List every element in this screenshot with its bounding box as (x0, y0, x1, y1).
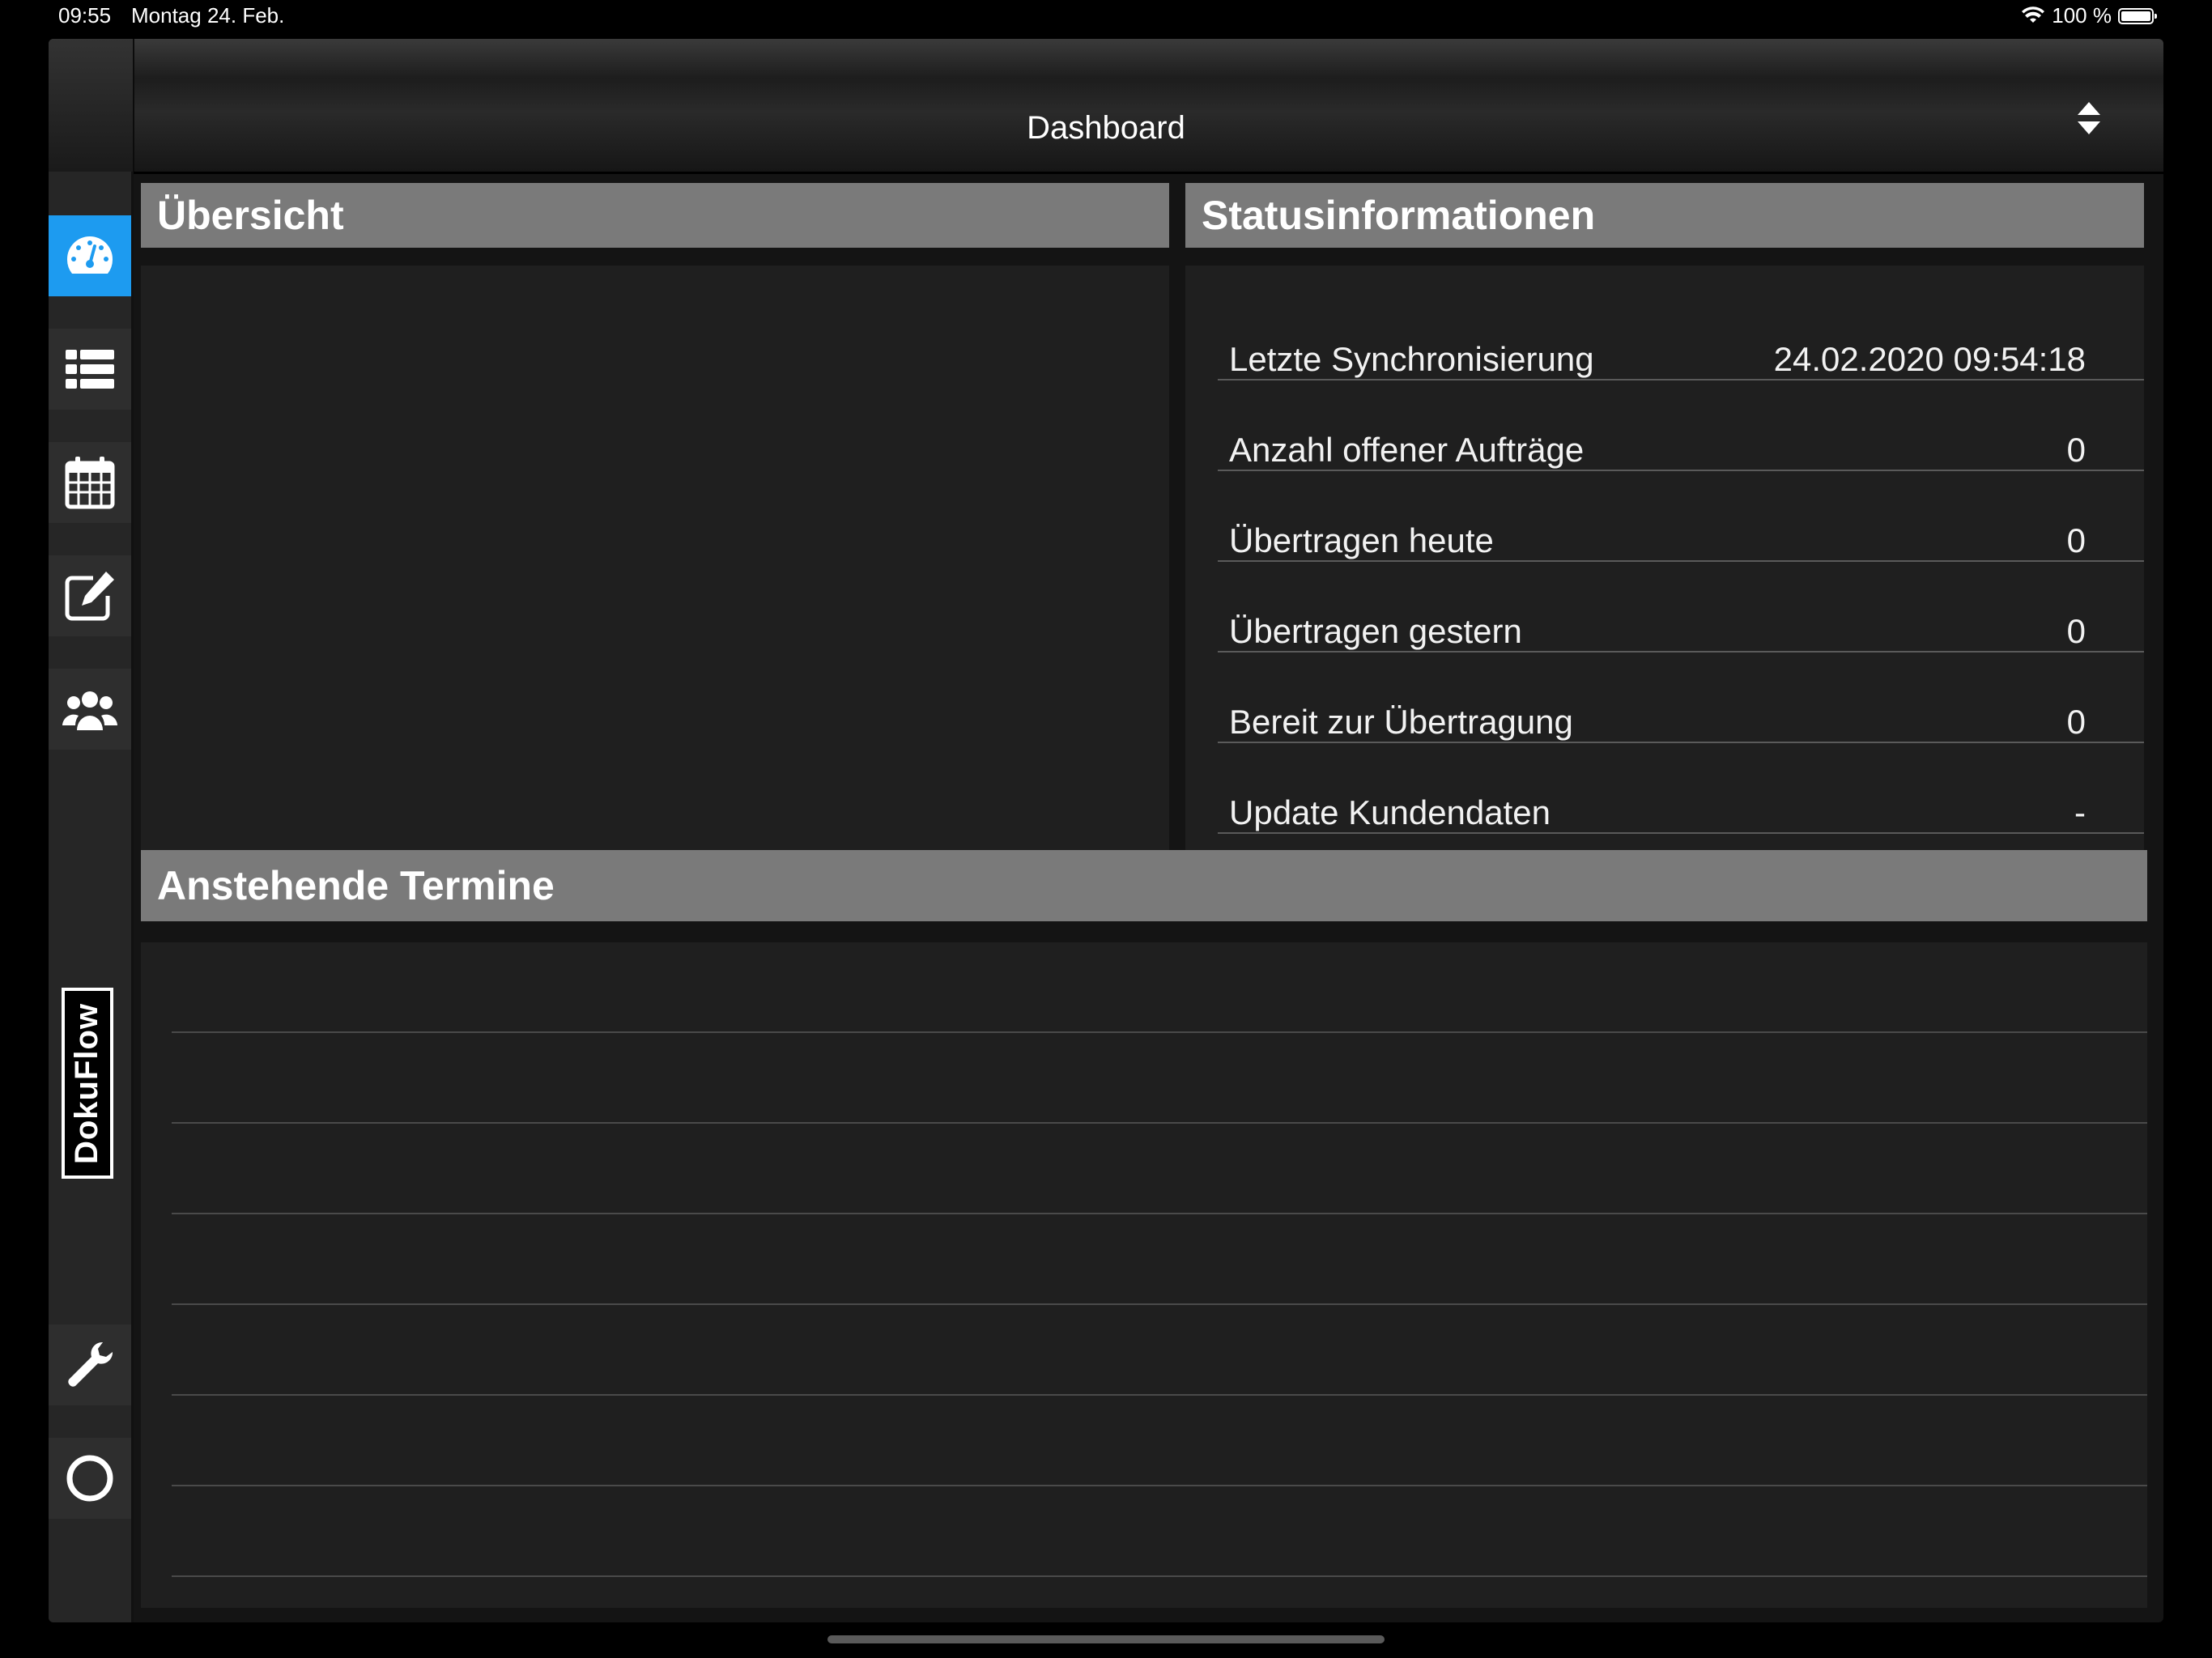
overview-title: Übersicht (157, 193, 344, 238)
sidebar-item-list[interactable] (49, 329, 131, 410)
overview-panel (141, 266, 1169, 876)
list-item-divider (172, 1213, 2147, 1214)
appointments-title: Anstehende Termine (157, 863, 555, 908)
sidebar-item-calendar[interactable] (49, 442, 131, 523)
page-title: Dashboard (1027, 110, 1185, 146)
status-info-panel: Letzte Synchronisierung 24.02.2020 09:54… (1185, 266, 2144, 876)
status-row-open-orders: Anzahl offener Aufträge 0 (1218, 380, 2144, 471)
status-label: Letzte Synchronisierung (1229, 340, 1594, 378)
status-value: 0 (2066, 431, 2086, 469)
wifi-icon (2022, 6, 2045, 23)
sort-toggle-icon[interactable] (2073, 99, 2105, 138)
dashboard-gauge-icon (66, 236, 113, 274)
appointments-list (141, 942, 2147, 1608)
list-item-divider (172, 1303, 2147, 1305)
status-label: Anzahl offener Aufträge (1229, 431, 1585, 469)
status-value: 0 (2066, 612, 2086, 650)
status-info-title: Statusinformationen (1202, 193, 1596, 238)
app-window: Dashboard DokuFlow Übersicht Statusinfor… (49, 39, 2163, 1622)
list-item-divider (172, 1394, 2147, 1396)
status-value: 0 (2066, 521, 2086, 559)
battery-icon (2118, 7, 2157, 24)
system-status-bar: 09:55 Montag 24. Feb. 100 % (0, 0, 2212, 34)
status-value: - (2074, 793, 2086, 831)
sidebar-item-users[interactable] (49, 669, 131, 750)
circle-icon (66, 1455, 113, 1502)
status-row-ready-for-transfer: Bereit zur Übertragung 0 (1218, 653, 2144, 743)
battery-percentage: 100 % (2052, 3, 2112, 28)
status-row-transferred-yesterday: Übertragen gestern 0 (1218, 562, 2144, 653)
status-info-header: Statusinformationen (1185, 183, 2144, 248)
brand-name: DokuFlow (69, 1002, 105, 1164)
status-indicators: 100 % (2021, 3, 2157, 28)
status-row-transferred-today: Übertragen heute 0 (1218, 471, 2144, 562)
list-item-divider (172, 1575, 2147, 1577)
status-row-customer-data-update: Update Kundendaten - (1218, 743, 2144, 834)
dokuflow-logo: DokuFlow (62, 988, 113, 1179)
status-time: 09:55 (58, 3, 112, 28)
sidebar-item-dashboard[interactable] (49, 215, 131, 296)
list-icon (66, 350, 114, 389)
status-value: 0 (2066, 703, 2086, 741)
sidebar-item-edit[interactable] (49, 555, 131, 636)
home-indicator[interactable] (827, 1635, 1385, 1643)
status-value: 24.02.2020 09:54:18 (1773, 340, 2086, 378)
status-row-last-sync: Letzte Synchronisierung 24.02.2020 09:54… (1218, 290, 2144, 380)
appointments-header: Anstehende Termine (141, 850, 2147, 921)
sidebar: DokuFlow (49, 172, 134, 1622)
overview-header: Übersicht (141, 183, 1169, 248)
status-label: Update Kundendaten (1229, 793, 1551, 831)
users-icon (62, 691, 117, 730)
status-label: Übertragen gestern (1229, 612, 1522, 650)
list-item-divider (172, 1485, 2147, 1486)
sidebar-item-power[interactable] (49, 1438, 131, 1519)
status-label: Übertragen heute (1229, 521, 1494, 559)
sidebar-item-settings[interactable] (49, 1324, 131, 1405)
navigation-bar: Dashboard (49, 39, 2163, 174)
edit-icon (65, 572, 114, 621)
calendar-icon (65, 457, 115, 509)
status-label: Bereit zur Übertragung (1229, 703, 1573, 741)
list-item-divider (172, 1031, 2147, 1033)
wrench-icon (68, 1341, 113, 1387)
list-item-divider (172, 1122, 2147, 1124)
status-date: Montag 24. Feb. (131, 3, 285, 28)
